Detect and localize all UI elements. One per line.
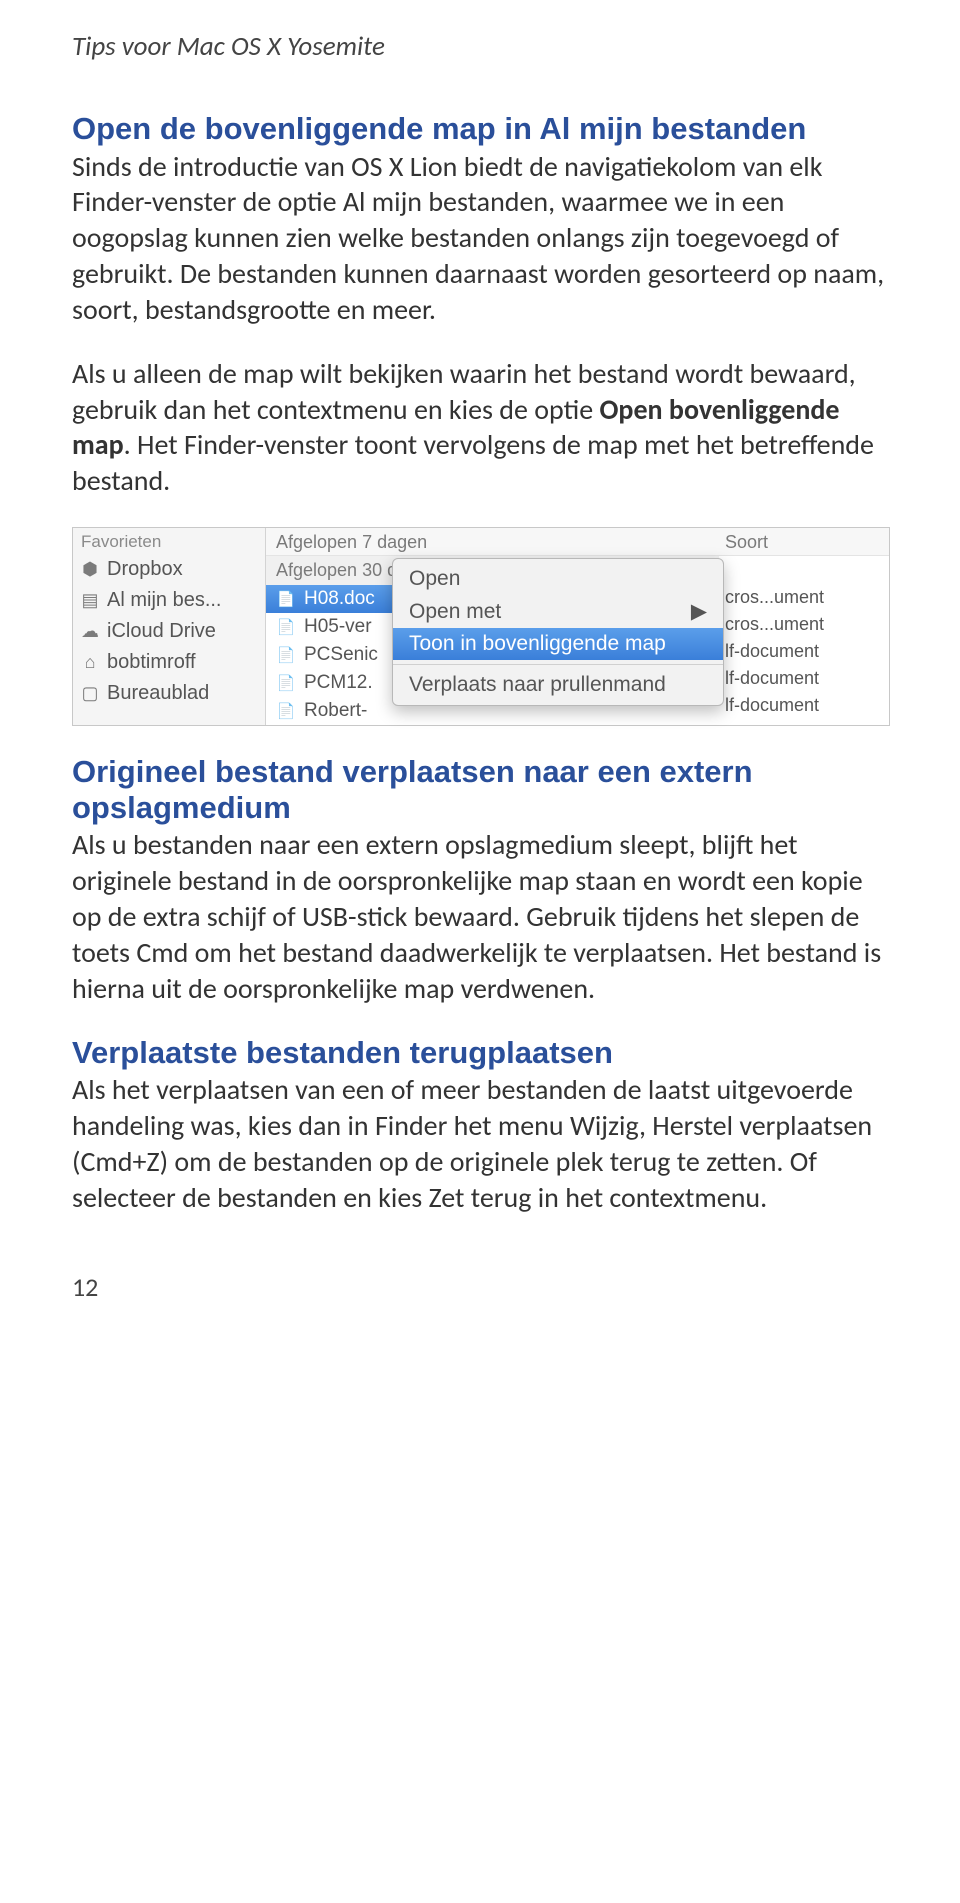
sidebar-item-desktop[interactable]: ▢ Bureaublad — [73, 678, 265, 709]
menu-label: Verplaats naar prullenmand — [409, 673, 666, 697]
file-name: Robert- — [304, 700, 367, 722]
section1-heading: Open de bovenliggende map in Al mijn bes… — [72, 111, 888, 147]
sidebar-item-allfiles[interactable]: ▤ Al mijn bes... — [73, 585, 265, 616]
finder-column-header: Afgelopen 7 dagen — [266, 528, 719, 556]
col-right: Soort — [725, 532, 768, 553]
file-kind: cros...ument — [719, 584, 889, 611]
cloud-icon: ☁ — [79, 622, 101, 642]
dropbox-icon: ⬢ — [79, 560, 101, 580]
allfiles-icon: ▤ — [79, 591, 101, 611]
file-kind: lf-document — [719, 692, 889, 719]
finder-screenshot: Favorieten ⬢ Dropbox ▤ Al mijn bes... ☁ iCl… — [72, 527, 890, 726]
section2-text-b: om het bestand daadwerkelijk te verplaat… — [72, 935, 881, 1006]
finder-sidebar: Favorieten ⬢ Dropbox ▤ Al mijn bes... ☁ iCl… — [73, 528, 266, 725]
file-name: H08.doc — [304, 588, 375, 610]
sidebar-item-label: Bureaublad — [107, 682, 209, 705]
menu-item-open-with[interactable]: Open met ▶ — [393, 595, 723, 628]
menu-label: Open — [409, 567, 460, 591]
section3-block: Verplaatste bestanden terugplaatsen Als … — [72, 1035, 888, 1216]
file-name: PCM12. — [304, 672, 373, 694]
file-kind: cros...ument — [719, 611, 889, 638]
sidebar-item-label: bobtimroff — [107, 651, 196, 674]
section1-p2-b: . Het Finder-venster toont vervolgens de… — [72, 427, 874, 498]
section3-bold-herstel: Herstel verplaatsen — [652, 1108, 872, 1143]
menu-item-open[interactable]: Open — [393, 563, 723, 595]
file-kind: lf-document — [719, 665, 889, 692]
menu-label: Toon in bovenliggende map — [409, 632, 666, 656]
doc-icon: 📄 — [276, 674, 296, 692]
home-icon: ⌂ — [79, 653, 101, 673]
page-number: 12 — [72, 1271, 888, 1303]
sidebar-item-label: Al mijn bes... — [107, 589, 221, 612]
doc-icon: 📄 — [276, 646, 296, 664]
section1-paragraph1: Sinds de introductie van OS X Lion biedt… — [72, 149, 888, 328]
page-header-title: Tips voor Mac OS X Yosemite — [72, 30, 888, 63]
section3-bold-wijzig: Wijzig — [570, 1108, 639, 1143]
section3-heading: Verplaatste bestanden terugplaatsen — [72, 1035, 888, 1071]
section3-text-b: het menu — [447, 1108, 570, 1143]
section3-bold-finder: Finder — [375, 1108, 447, 1143]
desktop-icon: ▢ — [79, 684, 101, 704]
section2-bold-cmd: Cmd — [136, 935, 188, 970]
doc-icon: 📄 — [276, 702, 296, 720]
file-kind: lf-document — [719, 638, 889, 665]
menu-separator — [393, 664, 723, 665]
section3-bold-zetterug: Zet terug — [429, 1180, 532, 1215]
sidebar-item-label: Dropbox — [107, 558, 183, 581]
submenu-arrow-icon: ▶ — [691, 599, 707, 624]
file-name: H05-ver — [304, 616, 372, 638]
menu-label: Open met — [409, 600, 501, 624]
section3-bold-cmdz: Cmd+Z — [81, 1144, 160, 1179]
finder-right-column: Soort cros...ument cros...ument lf-docum… — [719, 528, 889, 725]
section2-heading: Origineel bestand verplaatsen naar een e… — [72, 754, 888, 825]
sidebar-item-dropbox[interactable]: ⬢ Dropbox — [73, 554, 265, 585]
doc-icon: 📄 — [276, 590, 296, 608]
section3-text-d: ( — [72, 1144, 81, 1179]
doc-icon: 📄 — [276, 618, 296, 636]
col-left: Afgelopen 7 dagen — [276, 532, 427, 553]
section3-text-f: in het contextmenu. — [531, 1180, 767, 1215]
sidebar-item-icloud[interactable]: ☁ iCloud Drive — [73, 616, 265, 647]
sidebar-item-label: iCloud Drive — [107, 620, 216, 643]
section2-block: Origineel bestand verplaatsen naar een e… — [72, 754, 888, 1006]
sidebar-item-home[interactable]: ⌂ bobtimroff — [73, 647, 265, 678]
section3-text-c: , — [639, 1108, 652, 1143]
context-menu: Open Open met ▶ Toon in bovenliggende map… — [392, 558, 724, 706]
sidebar-heading: Favorieten — [73, 528, 265, 554]
finder-main: Afgelopen 7 dagen Afgelopen 30 dagen 📄H0… — [266, 528, 719, 725]
menu-item-show-parent[interactable]: Toon in bovenliggende map — [393, 628, 723, 660]
menu-item-trash[interactable]: Verplaats naar prullenmand — [393, 669, 723, 701]
file-name: PCSenic — [304, 644, 378, 666]
section1-paragraph2: Als u alleen de map wilt bekijken waarin… — [72, 356, 888, 499]
